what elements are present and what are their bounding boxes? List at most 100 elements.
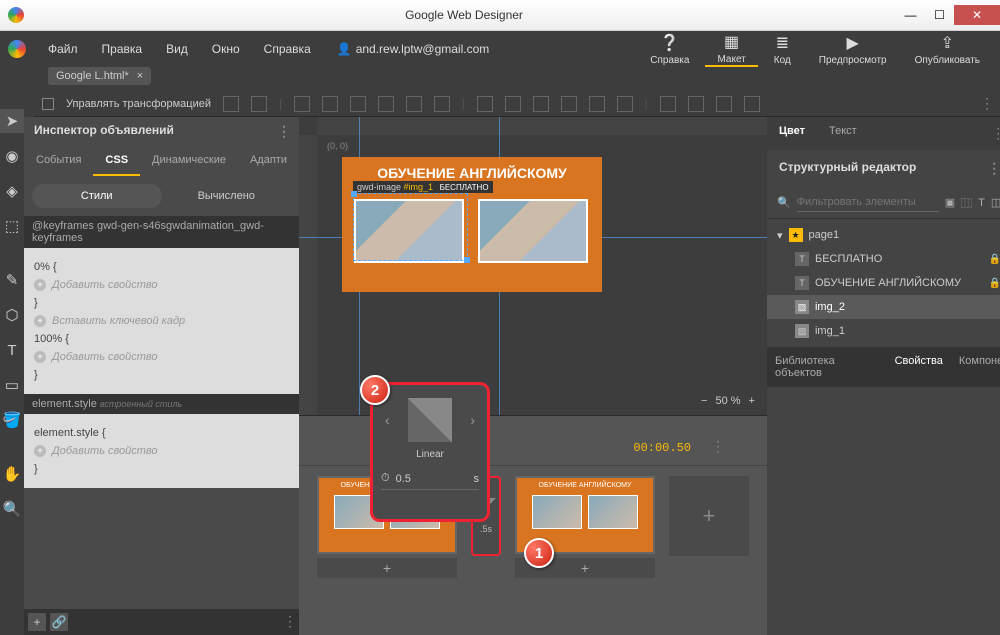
view-text-icon[interactable]: T <box>978 197 985 209</box>
dist-4-icon[interactable] <box>561 96 577 112</box>
layout-view-button[interactable]: ▦Макет <box>705 32 757 67</box>
zoom-out[interactable]: − <box>701 395 707 407</box>
element-tool[interactable]: ◈ <box>0 179 24 203</box>
dist-h-icon[interactable] <box>477 96 493 112</box>
add-icon[interactable]: + <box>34 279 46 291</box>
keyframes-block[interactable]: 0% { +Добавить свойство } +Вставить ключ… <box>24 248 299 394</box>
close-button[interactable]: ✕ <box>954 5 1000 25</box>
dist-5-icon[interactable] <box>589 96 605 112</box>
tab-components[interactable]: Компоне <box>951 347 1000 387</box>
rect-tool[interactable]: ▭ <box>0 373 24 397</box>
element-style-rule[interactable]: element.style встроенный стиль <box>24 394 299 414</box>
tab-close-icon[interactable]: × <box>137 70 143 82</box>
opt-icon-2[interactable] <box>251 96 267 112</box>
pen-tool[interactable]: ✎ <box>0 268 24 292</box>
dist-v-icon[interactable] <box>505 96 521 112</box>
css-menu-icon[interactable]: ⋮ <box>283 613 295 631</box>
canvas[interactable]: (0, 0) ОБУЧЕНИЕ АНГЛИЙСКОМУ gwd-image #i… <box>299 117 767 415</box>
timeline-menu-icon[interactable]: ⋮ <box>711 438 723 455</box>
hand-tool[interactable]: ✋ <box>0 462 24 486</box>
tree-img1[interactable]: ▨img_1 <box>767 319 1000 343</box>
menu-help[interactable]: Справка <box>254 38 321 60</box>
sp-1-icon[interactable] <box>660 96 676 112</box>
tab-events[interactable]: События <box>24 146 93 176</box>
zoom-value[interactable]: 50 % <box>715 395 740 407</box>
align-right-icon[interactable] <box>350 96 366 112</box>
view-all-icon[interactable]: ◫ <box>991 196 1000 209</box>
document-tab[interactable]: Google L.html* × <box>48 67 151 85</box>
view-grid-icon[interactable]: ⿲ <box>961 195 972 211</box>
maximize-button[interactable]: ☐ <box>925 5 954 25</box>
tree-text-title[interactable]: TОБУЧЕНИЕ АНГЛИЙСКОМУ🔒 <box>767 271 1000 295</box>
menu-view[interactable]: Вид <box>156 38 198 60</box>
text-tool[interactable]: T <box>0 338 24 362</box>
add-kf-icon[interactable]: + <box>34 315 46 327</box>
align-top-icon[interactable] <box>378 96 394 112</box>
sp-3-icon[interactable] <box>716 96 732 112</box>
align-left-icon[interactable] <box>294 96 310 112</box>
tree-text-free[interactable]: TБЕСПЛАТНО🔒 <box>767 247 1000 271</box>
zoom-tool[interactable]: 🔍 <box>0 497 24 521</box>
menu-edit[interactable]: Правка <box>92 38 153 60</box>
tab-library[interactable]: Библиотека объектов <box>767 347 887 387</box>
selection-tool[interactable]: ➤ <box>0 109 24 133</box>
opt-icon-1[interactable] <box>223 96 239 112</box>
styles-mode[interactable]: Стили <box>32 184 162 208</box>
sp-2-icon[interactable] <box>688 96 704 112</box>
align-bottom-icon[interactable] <box>434 96 450 112</box>
tab-css[interactable]: CSS <box>93 146 140 176</box>
tag-tool[interactable]: ⬚ <box>0 214 24 238</box>
dist-6-icon[interactable] <box>617 96 633 112</box>
3d-rotate-tool[interactable]: ◉ <box>0 144 24 168</box>
tab-properties[interactable]: Свойства <box>887 347 951 387</box>
add-icon-2[interactable]: + <box>34 351 46 363</box>
lock-icon[interactable]: 🔒 <box>989 254 1000 265</box>
code-view-button[interactable]: ≣Код <box>762 33 803 66</box>
easing-next[interactable]: › <box>466 412 479 428</box>
menu-window[interactable]: Окно <box>202 38 250 60</box>
lock-icon[interactable]: 🔒 <box>989 278 1000 289</box>
minimize-button[interactable]: — <box>896 5 925 25</box>
publish-button[interactable]: ⇪Опубликовать <box>903 33 992 66</box>
tab-dynamic[interactable]: Динамические <box>140 146 238 176</box>
tab-color[interactable]: Цвет <box>767 117 817 150</box>
selection-box[interactable] <box>353 193 468 261</box>
tab-adaptive[interactable]: Адапти <box>238 146 299 176</box>
align-mid-icon[interactable] <box>406 96 422 112</box>
img-2[interactable] <box>478 199 588 263</box>
easing-prev[interactable]: ‹ <box>381 412 394 428</box>
inspector-menu-icon[interactable]: ⋮ <box>277 123 289 140</box>
element-style-block[interactable]: element.style { +Добавить свойство } <box>24 414 299 488</box>
keyframes-rule[interactable]: @keyframes gwd-gen-s46sgwdanimation_gwd-… <box>24 216 299 248</box>
link-rule-button[interactable]: 🔗 <box>50 613 68 631</box>
fill-tool[interactable]: 🪣 <box>0 408 24 432</box>
struct-menu-icon[interactable]: ⋮ <box>987 160 999 177</box>
help-button[interactable]: ❔Справка <box>638 33 701 66</box>
tree-page1[interactable]: ▾★page1 <box>767 223 1000 247</box>
easing-curve[interactable] <box>408 398 452 442</box>
computed-mode[interactable]: Вычислено <box>162 184 292 208</box>
filter-input[interactable] <box>797 193 939 212</box>
align-center-icon[interactable] <box>322 96 338 112</box>
shape-tool[interactable]: ⬡ <box>0 303 24 327</box>
duration-value[interactable]: 0.5 <box>396 473 411 485</box>
sp-4-icon[interactable] <box>744 96 760 112</box>
preview-button[interactable]: ▶Предпросмотр <box>807 33 899 66</box>
tree-img2[interactable]: ▨img_2 <box>767 295 1000 319</box>
add-icon-3[interactable]: + <box>34 445 46 457</box>
account-display[interactable]: 👤 and.rew.lptw@gmail.com <box>337 42 490 56</box>
add-below-1[interactable]: + <box>317 558 457 578</box>
dist-3-icon[interactable] <box>533 96 549 112</box>
banner-canvas[interactable]: ОБУЧЕНИЕ АНГЛИЙСКОМУ gwd-image #img_1 БЕ… <box>342 157 602 292</box>
transform-checkbox[interactable] <box>42 98 54 110</box>
tab-text[interactable]: Текст <box>817 117 869 150</box>
add-keyframe[interactable]: + <box>669 476 749 556</box>
inspector-header: Инспектор объявлений ⋮ <box>24 117 299 146</box>
window-title: Google Web Designer <box>32 8 896 22</box>
right-menu-icon[interactable]: ⋮ <box>983 117 1000 150</box>
menu-file[interactable]: Файл <box>38 38 88 60</box>
add-rule-button[interactable]: + <box>28 613 46 631</box>
view-img-icon[interactable]: ▣ <box>945 196 955 209</box>
zoom-in[interactable]: + <box>749 395 755 407</box>
options-menu-icon[interactable]: ⋮ <box>980 95 992 112</box>
